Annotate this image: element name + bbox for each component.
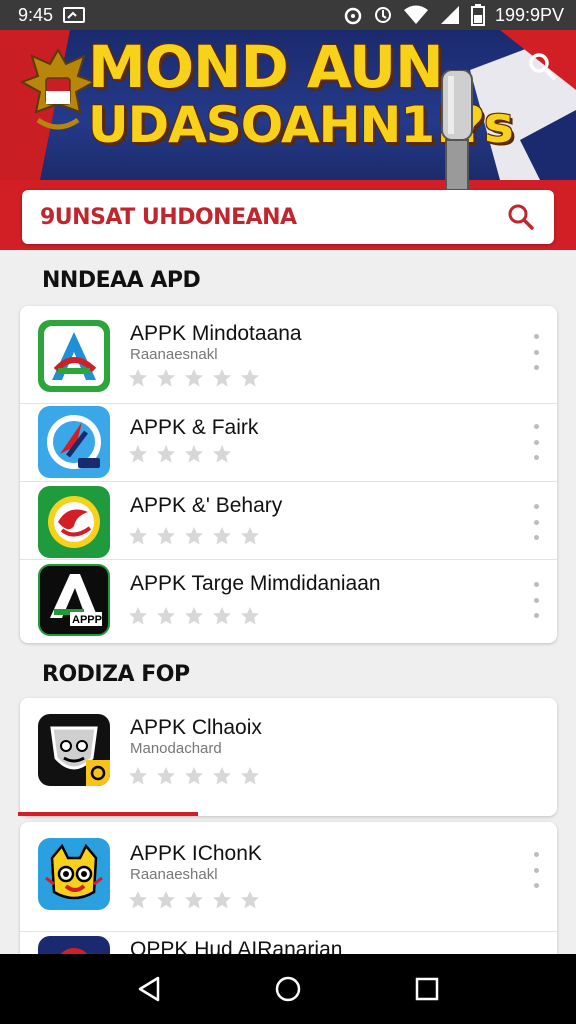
app-icon — [38, 320, 110, 392]
screenshot-icon — [63, 6, 86, 24]
star-icon — [185, 527, 203, 545]
star-icon — [241, 767, 259, 785]
rating-stars — [128, 606, 260, 626]
app-list-item[interactable]: APPK Mindotaana Raanaesnakl — [20, 306, 557, 404]
app-list-card: APPK IChonK Raanaeshakl OPPK Hud AIRanar… — [20, 822, 557, 962]
more-options-icon[interactable] — [529, 504, 543, 540]
star-icon — [129, 369, 147, 387]
star-icon — [213, 607, 231, 625]
rating-stars — [128, 444, 232, 464]
star-icon — [241, 607, 259, 625]
app-list-card: APPK Clhaoix Manodachard — [20, 698, 557, 816]
app-icon — [38, 406, 110, 478]
star-icon — [185, 607, 203, 625]
star-icon — [241, 527, 259, 545]
star-icon — [213, 767, 231, 785]
star-icon — [157, 767, 175, 785]
app-name: APPK & Fairk — [130, 416, 259, 439]
star-icon — [129, 767, 147, 785]
home-button[interactable] — [263, 964, 313, 1014]
system-navigation-bar — [0, 954, 576, 1024]
wifi-icon — [403, 5, 429, 25]
battery-icon — [470, 4, 485, 26]
status-time: 9:45 — [18, 4, 54, 25]
star-icon — [213, 891, 231, 909]
search-icon — [529, 53, 556, 80]
back-icon — [139, 976, 160, 1002]
vibrate-icon — [373, 5, 393, 25]
more-options-icon[interactable] — [529, 582, 543, 618]
app-name: APPK &' Behary — [130, 494, 283, 517]
battery-text: 199:9PV — [494, 4, 564, 25]
search-input[interactable]: 9UNSAT UHDONEANA — [40, 205, 506, 230]
star-icon — [129, 445, 147, 463]
star-icon — [157, 445, 175, 463]
app-list-item[interactable]: APPK IChonK Raanaeshakl — [20, 822, 557, 932]
recents-button[interactable] — [402, 964, 452, 1014]
recents-icon — [415, 977, 438, 1001]
app-developer: Manodachard — [130, 740, 222, 757]
app-list-item[interactable]: APPK &' Behary — [20, 482, 557, 560]
loading-progress-bar — [18, 812, 198, 816]
star-icon — [241, 369, 259, 387]
star-icon — [157, 369, 175, 387]
app-name: APPK Targe Mimdidaniaan — [130, 572, 381, 595]
header-search-button[interactable] — [520, 44, 564, 88]
star-icon — [129, 891, 147, 909]
star-icon — [157, 891, 175, 909]
status-bar: 9:45 199:9PV — [0, 0, 576, 30]
app-icon-badge: APPP — [72, 614, 102, 626]
app-list-card: APPK Mindotaana Raanaesnakl APPK & Fairk… — [20, 306, 557, 643]
more-options-icon[interactable] — [529, 852, 543, 888]
app-icon — [38, 838, 110, 910]
rating-stars — [128, 766, 260, 786]
app-list-item[interactable]: APPP APPK Targe Mimdidaniaan — [20, 560, 557, 643]
app-list-item[interactable]: APPK & Fairk — [20, 404, 557, 482]
star-icon — [185, 767, 203, 785]
star-icon — [157, 527, 175, 545]
app-icon — [38, 714, 110, 786]
app-developer: Raanaesnakl — [130, 346, 218, 363]
banner-title-line1: MOND AUN — [88, 33, 444, 101]
more-options-icon[interactable] — [529, 334, 543, 370]
section-title: RODIZA FOP — [42, 662, 190, 687]
app-name: APPK Clhaoix — [130, 716, 262, 739]
back-button[interactable] — [124, 964, 174, 1014]
alarm-icon — [343, 5, 363, 25]
section-title: NNDEAA APD — [42, 268, 201, 293]
signal-icon — [439, 5, 461, 25]
rating-stars — [128, 526, 260, 546]
search-bar[interactable]: 9UNSAT UHDONEANA — [22, 190, 554, 244]
star-icon — [129, 527, 147, 545]
star-icon — [185, 445, 203, 463]
star-icon — [185, 891, 203, 909]
star-icon — [241, 891, 259, 909]
app-name: APPK Mindotaana — [130, 322, 302, 345]
star-icon — [213, 369, 231, 387]
app-name: APPK IChonK — [130, 842, 262, 865]
microphone-icon — [441, 70, 473, 190]
home-icon — [275, 976, 301, 1002]
star-icon — [185, 369, 203, 387]
star-icon — [213, 527, 231, 545]
star-icon — [157, 607, 175, 625]
app-list-item[interactable]: APPK Clhaoix Manodachard — [20, 698, 557, 816]
app-developer: Raanaeshakl — [130, 866, 218, 883]
app-icon — [38, 486, 110, 558]
rating-stars — [128, 890, 260, 910]
app-icon: APPP — [38, 564, 110, 636]
more-options-icon[interactable] — [529, 424, 543, 460]
search-submit-button[interactable] — [506, 202, 536, 232]
search-icon — [508, 204, 534, 230]
star-icon — [129, 607, 147, 625]
star-icon — [213, 445, 231, 463]
header-banner: MOND AUN UDASOAHN1!?s 9UNSAT UHDONEANA — [0, 30, 576, 250]
garuda-emblem-icon — [19, 47, 97, 130]
rating-stars — [128, 368, 260, 388]
